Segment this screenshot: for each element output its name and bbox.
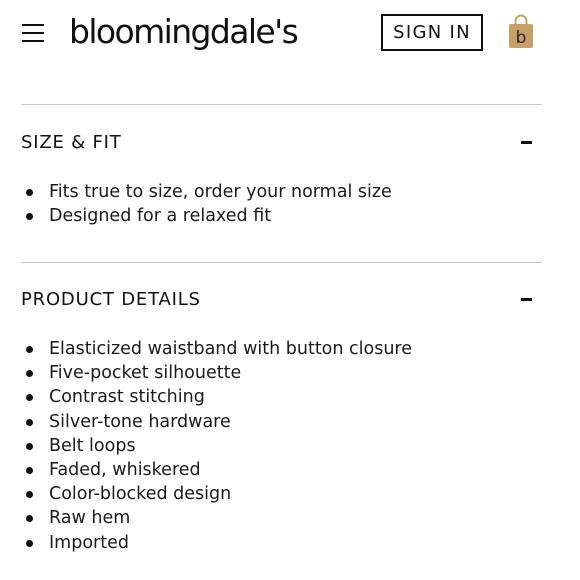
section-divider — [21, 104, 542, 105]
bloomingdales-logo[interactable]: bloomingdale's — [69, 10, 299, 54]
list-item: Raw hem — [21, 506, 412, 530]
site-header: bloomingdale's SIGN IN b — [0, 0, 580, 70]
list-item: Silver-tone hardware — [21, 410, 412, 434]
list-item: Elasticized waistband with button closur… — [21, 337, 412, 361]
hamburger-menu-icon[interactable] — [22, 23, 44, 43]
list-item: Fits true to size, order your normal siz… — [21, 180, 392, 204]
product-details-header[interactable]: PRODUCT DETAILS — [21, 285, 542, 315]
minus-collapse-icon[interactable] — [521, 298, 532, 301]
bag-letter: b — [516, 28, 527, 48]
list-item: Belt loops — [21, 434, 412, 458]
size-fit-header[interactable]: SIZE & FIT — [21, 128, 542, 158]
list-item: Imported — [21, 531, 412, 555]
size-fit-list: Fits true to size, order your normal siz… — [21, 180, 392, 228]
product-details-title: PRODUCT DETAILS — [21, 289, 201, 310]
list-item: Five-pocket silhouette — [21, 361, 412, 385]
product-details-list: Elasticized waistband with button closur… — [21, 337, 412, 555]
list-item: Color-blocked design — [21, 482, 412, 506]
size-fit-title: SIZE & FIT — [21, 132, 122, 153]
product-info-page: bloomingdale's SIGN IN b SIZE & FIT Fits… — [0, 0, 580, 580]
list-item: Designed for a relaxed fit — [21, 204, 392, 228]
shopping-bag-icon[interactable]: b — [506, 14, 536, 50]
list-item: Faded, whiskered — [21, 458, 412, 482]
minus-collapse-icon[interactable] — [521, 141, 532, 144]
sign-in-button[interactable]: SIGN IN — [381, 14, 483, 51]
list-item: Contrast stitching — [21, 385, 412, 409]
section-divider — [21, 262, 542, 263]
